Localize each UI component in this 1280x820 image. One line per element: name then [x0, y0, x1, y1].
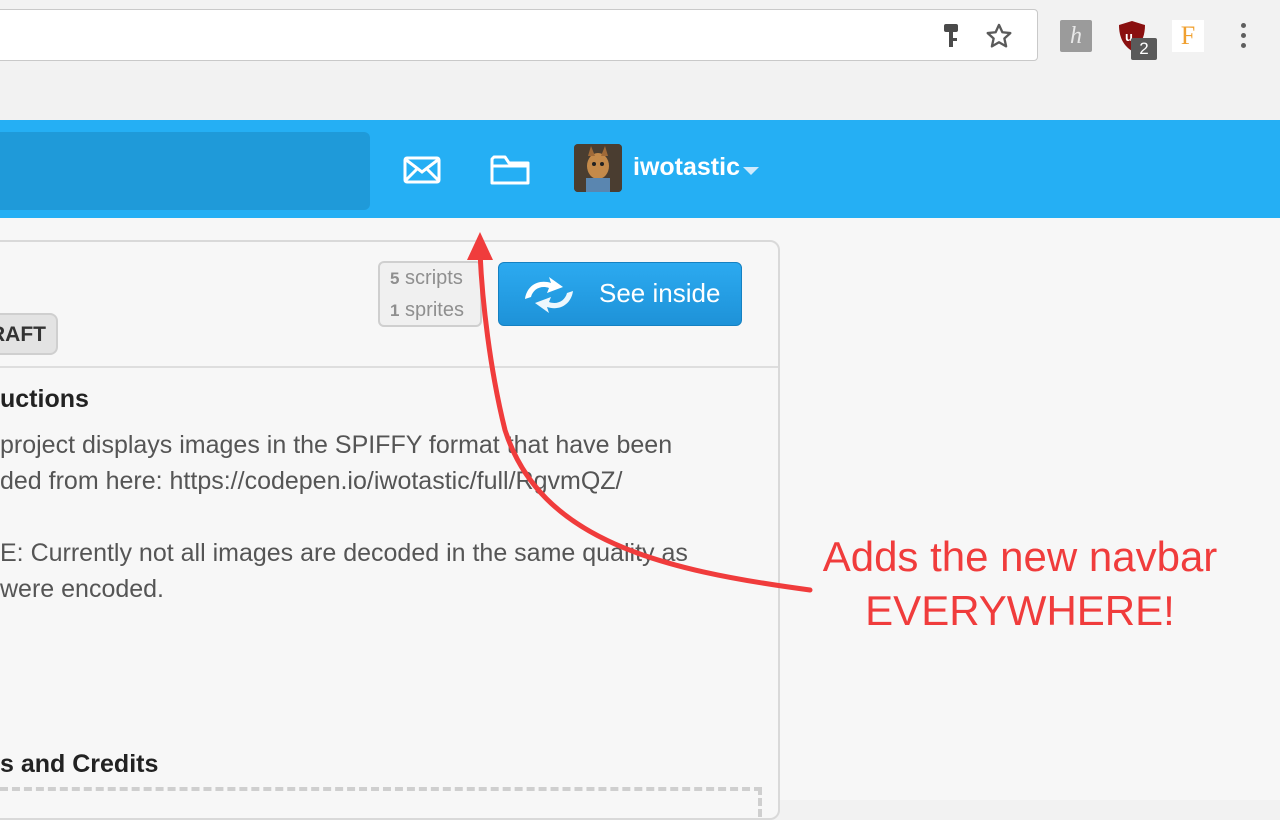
- mail-icon[interactable]: [400, 148, 444, 192]
- avatar[interactable]: [574, 144, 622, 192]
- remix-arrows-icon: [525, 277, 573, 313]
- address-bar[interactable]: [0, 9, 1038, 61]
- instructions-line: project displays images in the SPIFFY fo…: [0, 431, 673, 459]
- fontface-glyph: F: [1180, 21, 1196, 50]
- hypothesis-extension-icon[interactable]: h: [1060, 20, 1092, 52]
- instructions-line: E: Currently not all images are decoded …: [0, 539, 688, 567]
- instructions-line: ded from here: https://codepen.io/iwotas…: [0, 467, 623, 495]
- see-inside-button[interactable]: See inside: [498, 262, 742, 326]
- instructions-line: were encoded.: [0, 575, 165, 603]
- scripts-count: 5: [390, 269, 400, 288]
- browser-toolbar: h u 2 F: [0, 0, 1280, 120]
- site-navbar: iwotastic: [0, 120, 1280, 218]
- sprites-count: 1: [390, 301, 400, 320]
- annotation-caption: Adds the new navbar EVERYWHERE!: [790, 530, 1250, 638]
- key-icon[interactable]: [937, 22, 965, 50]
- project-stats-badge: 5 scripts 1 sprites: [378, 261, 482, 327]
- username-menu[interactable]: iwotastic: [633, 153, 740, 182]
- see-inside-label: See inside: [599, 278, 721, 308]
- folder-icon[interactable]: [488, 148, 532, 192]
- scripts-label: scripts: [405, 267, 463, 289]
- ublock-count-badge: 2: [1131, 38, 1157, 60]
- browser-menu-icon[interactable]: [1230, 20, 1258, 52]
- project-card: [0, 240, 780, 820]
- chevron-down-icon[interactable]: [743, 167, 759, 175]
- bookmark-star-icon[interactable]: [985, 22, 1013, 50]
- annotation-line: EVERYWHERE!: [865, 587, 1175, 634]
- annotation-line: Adds the new navbar: [822, 533, 1218, 580]
- draft-badge: RAFT: [0, 313, 58, 355]
- search-input[interactable]: [0, 132, 370, 210]
- fontface-extension-icon[interactable]: F: [1172, 20, 1204, 52]
- notes-dropzone: [0, 787, 762, 817]
- instructions-heading: uctions: [0, 385, 89, 413]
- draft-label: RAFT: [0, 323, 46, 346]
- divider: [0, 366, 778, 368]
- notes-credits-heading: s and Credits: [0, 750, 159, 778]
- sprites-label: sprites: [405, 299, 464, 321]
- hypothesis-glyph: h: [1070, 22, 1082, 49]
